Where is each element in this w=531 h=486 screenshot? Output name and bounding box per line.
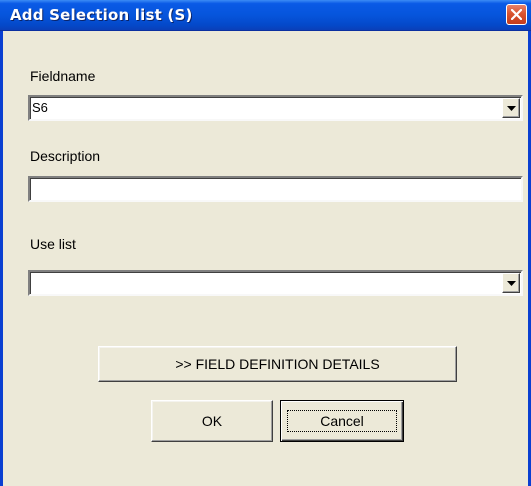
chevron-down-icon xyxy=(507,281,516,286)
field-definition-details-button[interactable]: >> FIELD DEFINITION DETAILS xyxy=(98,346,457,382)
title-bar[interactable]: Add Selection list (S) xyxy=(0,0,531,31)
description-input[interactable] xyxy=(28,176,523,202)
use-list-combobox[interactable] xyxy=(28,270,523,296)
fieldname-label: Fieldname xyxy=(30,68,96,84)
description-label: Description xyxy=(30,148,101,164)
field-definition-details-label: >> FIELD DEFINITION DETAILS xyxy=(175,356,380,372)
dialog-window: Add Selection list (S) Fieldname S6 Desc… xyxy=(0,0,531,486)
use-list-dropdown-button[interactable] xyxy=(502,273,520,293)
fieldname-dropdown-button[interactable] xyxy=(502,98,520,118)
close-button[interactable] xyxy=(506,4,527,25)
fieldname-combobox[interactable]: S6 xyxy=(28,95,523,121)
window-title: Add Selection list (S) xyxy=(10,6,193,24)
ok-button[interactable]: OK xyxy=(151,400,273,442)
chevron-down-icon xyxy=(507,106,516,111)
focus-rectangle xyxy=(287,410,397,432)
fieldname-value[interactable]: S6 xyxy=(32,100,48,115)
close-icon xyxy=(511,9,522,20)
ok-label: OK xyxy=(201,413,223,429)
cancel-button[interactable]: Cancel xyxy=(280,400,404,442)
use-list-label: Use list xyxy=(30,236,76,252)
